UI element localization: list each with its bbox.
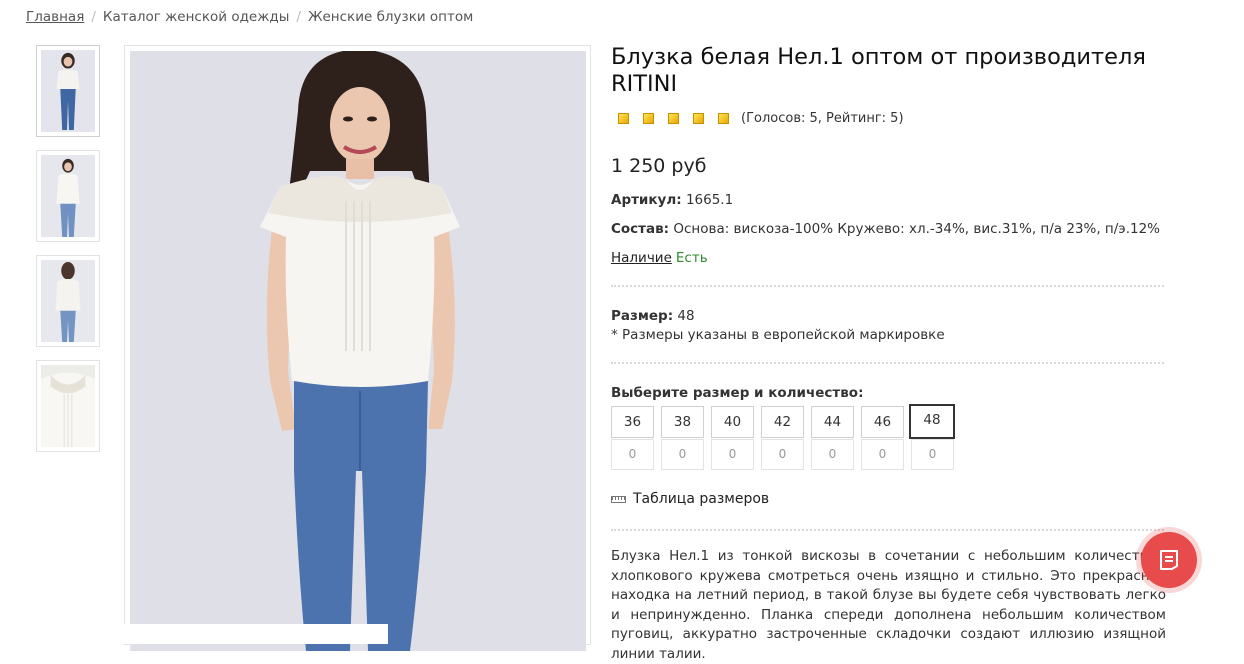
- breadcrumb-separator: /: [296, 9, 301, 25]
- breadcrumb-current: Женские блузки оптом: [307, 9, 474, 25]
- product-description: Блузка Нел.1 из тонкой вискозы в сочетан…: [611, 548, 1166, 662]
- product-price: 1 250 руб: [611, 155, 707, 177]
- size-row: Размер: 48: [611, 308, 695, 324]
- product-thumbnail-2[interactable]: [36, 150, 100, 242]
- ruler-icon: [611, 495, 626, 503]
- size-option-48[interactable]: 48: [909, 404, 955, 439]
- divider: [611, 529, 1164, 531]
- composition-label: Состав:: [611, 221, 670, 237]
- breadcrumb: Главная / Каталог женской одежды / Женские б…: [26, 9, 473, 25]
- size-note: * Размеры указаны в европейской маркиров…: [611, 327, 945, 343]
- product-title: Блузка белая Нел.1 оптом от производител…: [611, 44, 1146, 97]
- rating-star-icon[interactable]: [618, 112, 629, 124]
- composition-value: Основа: вискоза-100% Кружево: хл.-34%, в…: [673, 221, 1161, 237]
- size-option-42[interactable]: 42: [761, 406, 804, 438]
- quantity-input-38[interactable]: 0: [661, 439, 704, 470]
- size-option-40[interactable]: 40: [711, 406, 754, 438]
- quantity-input-36[interactable]: 0: [611, 439, 654, 470]
- composition-row: Состав: Основа: вискоза-100% Кружево: хл…: [611, 221, 1160, 237]
- size-label: Размер:: [611, 308, 674, 324]
- article-row: Артикул: 1665.1: [611, 192, 733, 208]
- product-thumbnail-image: [41, 365, 95, 447]
- breadcrumb-catalog-link[interactable]: Каталог женской одежды: [103, 9, 290, 25]
- quantity-input-48[interactable]: 0: [911, 439, 954, 470]
- product-thumbnail-image: [41, 50, 95, 132]
- availability-row: Наличие Есть: [611, 250, 708, 266]
- quantity-input-46[interactable]: 0: [861, 439, 904, 470]
- rating-text: (Голосов: 5, Рейтинг: 5): [741, 110, 904, 126]
- quantity-input-44[interactable]: 0: [811, 439, 854, 470]
- size-value: 48: [677, 308, 695, 324]
- rating-star-icon[interactable]: [718, 112, 729, 124]
- article-label: Артикул:: [611, 192, 682, 208]
- product-thumbnail-3[interactable]: [36, 255, 100, 347]
- rating: (Голосов: 5, Рейтинг: 5): [611, 108, 1166, 128]
- image-overlay: [124, 624, 388, 644]
- availability-label[interactable]: Наличие: [611, 250, 672, 266]
- product-thumbnail-4[interactable]: [36, 360, 100, 452]
- product-thumbnail-1[interactable]: [36, 45, 100, 137]
- divider: [611, 285, 1164, 287]
- product-main-image[interactable]: [124, 45, 591, 651]
- product-info: Блузка белая Нел.1 оптом от производител…: [611, 44, 1166, 662]
- chat-menu-icon: [1160, 550, 1178, 570]
- rating-star-icon[interactable]: [693, 112, 704, 124]
- product-thumbnail-image: [41, 260, 95, 342]
- product-thumbnail-image: [41, 155, 95, 237]
- chat-menu-button[interactable]: [1141, 532, 1197, 588]
- rating-star-icon[interactable]: [668, 112, 679, 124]
- size-table-label: Таблица размеров: [633, 491, 770, 507]
- size-option-44[interactable]: 44: [811, 406, 854, 438]
- size-option-46[interactable]: 46: [861, 406, 904, 438]
- divider: [611, 362, 1164, 364]
- quantity-input-42[interactable]: 0: [761, 439, 804, 470]
- article-value: 1665.1: [685, 192, 734, 208]
- breadcrumb-home-link[interactable]: Главная: [26, 9, 84, 25]
- size-option-38[interactable]: 38: [661, 406, 704, 438]
- availability-value: Есть: [675, 250, 708, 266]
- breadcrumb-separator: /: [91, 9, 96, 25]
- size-option-36[interactable]: 36: [611, 406, 654, 438]
- size-table-link[interactable]: Таблица размеров: [611, 491, 769, 507]
- rating-star-icon[interactable]: [643, 112, 654, 124]
- product-photo: [130, 51, 586, 651]
- quantity-input-40[interactable]: 0: [711, 439, 754, 470]
- choose-size-label: Выберите размер и количество:: [611, 385, 863, 401]
- choose-size-label-text: Выберите размер и количество:: [611, 385, 864, 401]
